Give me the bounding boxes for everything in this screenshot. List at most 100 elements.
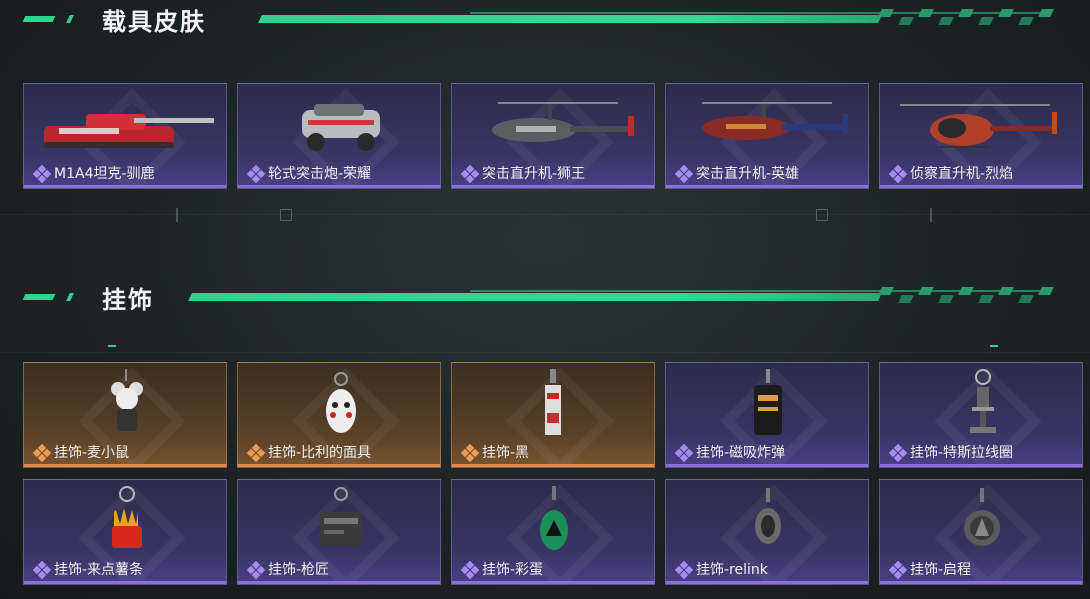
corner-mark [108,345,116,347]
card-label: 挂饰-麦小鼠 [54,445,130,461]
tag-charm-icon [545,369,561,435]
rarity-stripe [666,185,868,188]
header-checker [918,287,934,295]
rarity-gem-icon [888,164,908,184]
background-marker [280,209,292,221]
card-label: 轮式突击炮-荣耀 [268,166,372,182]
card-label: 挂饰-枪匠 [268,562,330,578]
header-accent-bar [66,293,74,301]
background-tick [176,208,178,222]
rarity-stripe [666,581,868,584]
rarity-stripe [880,581,1082,584]
header-checker [918,9,934,17]
charm-card[interactable]: 挂饰-来点薯条 [23,479,227,585]
vehicle-skin-card[interactable]: 轮式突击炮-荣耀 [237,83,441,189]
charm-card[interactable]: 挂饰-特斯拉线圈 [879,362,1083,468]
header-checker [938,295,954,303]
vehicle-skin-card[interactable]: 突击直升机-英雄 [665,83,869,189]
section-header-charms: 挂饰 [0,280,1090,316]
charm-card[interactable]: 挂饰-彩蛋 [451,479,655,585]
header-checker [998,287,1014,295]
coil-charm-icon [970,369,996,433]
charm-card[interactable]: 挂饰-比利的面具 [237,362,441,468]
header-checker [958,9,974,17]
header-checker [1038,287,1054,295]
header-checker [998,9,1014,17]
charm-card[interactable]: 挂饰-黑 [451,362,655,468]
rarity-gem-icon [674,560,694,580]
header-accent-bar [66,15,74,23]
header-checker [1018,17,1034,25]
header-checker [878,287,894,295]
card-label: M1A4坦克-驯鹿 [54,166,155,182]
card-label: 挂饰-彩蛋 [482,562,544,578]
card-label: 挂饰-启程 [910,562,972,578]
card-label: 挂饰-relink [696,562,768,578]
header-accent-bar [22,294,56,300]
helicopter-icon [492,102,634,142]
rarity-gem-icon [32,443,52,463]
header-checker [878,9,894,17]
rarity-stripe [880,464,1082,467]
background-tick [930,208,932,222]
rarity-gem-icon [460,443,480,463]
rarity-stripe [452,185,654,188]
section-title: 挂饰 [102,286,154,314]
rarity-gem-icon [32,164,52,184]
mask-charm-icon [326,372,356,433]
fries-charm-icon [112,486,142,548]
vehicle-skin-card[interactable]: M1A4坦克-驯鹿 [23,83,227,189]
header-checker [898,295,914,303]
rarity-gem-icon [460,560,480,580]
gunsmith-charm-icon [320,487,362,546]
rarity-gem-icon [246,164,266,184]
rarity-gem-icon [674,164,694,184]
rarity-stripe [24,464,226,467]
rarity-stripe [666,464,868,467]
bomb-charm-icon [754,369,782,435]
vehicle-skin-card[interactable]: 侦察直升机-烈焰 [879,83,1083,189]
rarity-stripe [452,464,654,467]
armored-car-icon [302,104,380,151]
charm-card[interactable]: 挂饰-磁吸炸弹 [665,362,869,468]
header-accent-line [188,293,882,301]
header-accent-bar [22,16,56,22]
background-divider [0,214,1090,215]
card-label: 突击直升机-狮王 [482,166,586,182]
relink-charm-icon [755,488,781,544]
background-marker [816,209,828,221]
rarity-stripe [24,185,226,188]
rarity-stripe [452,581,654,584]
rarity-gem-icon [674,443,694,463]
card-label: 挂饰-比利的面具 [268,445,372,461]
rarity-gem-icon [246,560,266,580]
vehicle-skin-card[interactable]: 突击直升机-狮王 [451,83,655,189]
section-title: 载具皮肤 [102,8,206,36]
rarity-stripe [238,185,440,188]
section-header-vehicle-skins: 载具皮肤 [0,2,1090,38]
rarity-stripe [238,464,440,467]
charm-card[interactable]: 挂饰-麦小鼠 [23,362,227,468]
medallion-charm-icon [964,488,1000,546]
rarity-stripe [24,581,226,584]
header-checker [978,17,994,25]
egg-charm-icon [540,486,568,550]
header-checker [898,17,914,25]
charm-card[interactable]: 挂饰-启程 [879,479,1083,585]
charm-card[interactable]: 挂饰-枪匠 [237,479,441,585]
rarity-gem-icon [246,443,266,463]
card-label: 挂饰-黑 [482,445,530,461]
tank-icon [44,114,214,148]
charm-card[interactable]: 挂饰-relink [665,479,869,585]
corner-mark [990,345,998,347]
rarity-gem-icon [32,560,52,580]
rarity-gem-icon [460,164,480,184]
header-accent-line [258,15,882,23]
card-label: 突击直升机-英雄 [696,166,800,182]
card-label: 挂饰-磁吸炸弹 [696,445,786,461]
header-checker [958,287,974,295]
rarity-gem-icon [888,560,908,580]
scout-helicopter-icon [900,104,1057,148]
card-label: 挂饰-来点薯条 [54,562,144,578]
background-divider [0,352,1090,353]
